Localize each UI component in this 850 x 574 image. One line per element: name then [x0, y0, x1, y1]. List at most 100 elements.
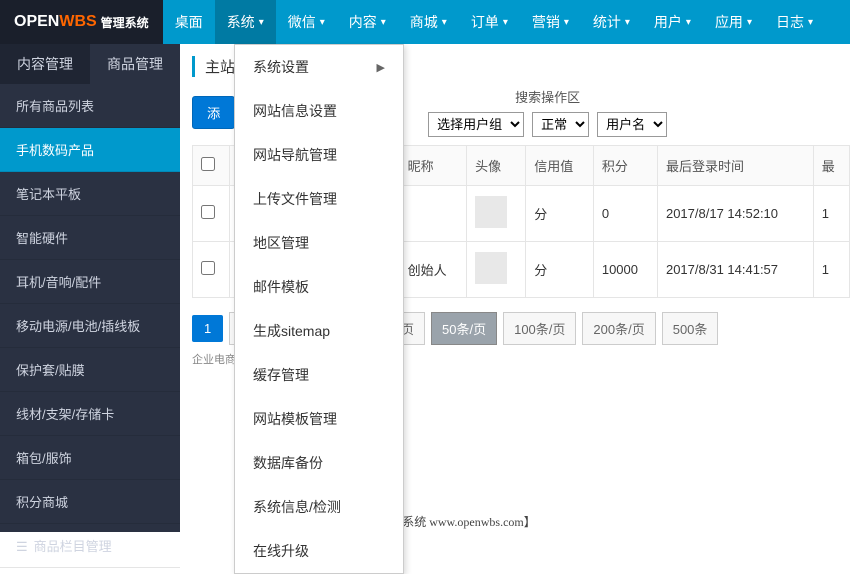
- status-select[interactable]: 正常: [532, 112, 589, 137]
- nav-item-2[interactable]: 微信▾: [276, 0, 337, 44]
- col-header-8: 最: [813, 146, 849, 186]
- dropdown-item-3[interactable]: 上传文件管理: [235, 177, 403, 221]
- caret-icon: ▾: [808, 17, 813, 28]
- user-group-select[interactable]: 选择用户组: [428, 112, 524, 137]
- cell-last-login: 2017/8/17 14:52:10: [657, 186, 813, 242]
- cell-nick: [399, 186, 467, 242]
- dropdown-item-label: 网站信息设置: [253, 101, 337, 121]
- cell-avatar: [467, 186, 526, 242]
- caret-icon: ▾: [747, 17, 752, 28]
- top-nav: 桌面系统▾微信▾内容▾商城▾订单▾营销▾统计▾用户▾应用▾日志▾: [163, 0, 850, 44]
- sidebar-catalog[interactable]: ☰ 商品栏目管理: [0, 524, 180, 568]
- nav-item-10[interactable]: 日志▾: [764, 0, 825, 44]
- sidebar-item-2[interactable]: 笔记本平板: [0, 172, 180, 216]
- caret-icon: ▾: [503, 17, 508, 28]
- nav-item-6[interactable]: 营销▾: [520, 0, 581, 44]
- page-size-4[interactable]: 100条/页: [503, 312, 576, 345]
- sidebar-item-6[interactable]: 保护套/贴膜: [0, 348, 180, 392]
- dropdown-item-label: 缓存管理: [253, 365, 309, 385]
- dropdown-item-label: 生成sitemap: [253, 321, 330, 341]
- logo-pre: OPEN: [14, 13, 59, 31]
- sidebar-item-8[interactable]: 箱包/服饰: [0, 436, 180, 480]
- dropdown-item-1[interactable]: 网站信息设置: [235, 89, 403, 133]
- col-header-7: 最后登录时间: [657, 146, 813, 186]
- cell-points: 10000: [593, 242, 657, 298]
- nav-item-8[interactable]: 用户▾: [642, 0, 703, 44]
- dropdown-item-label: 网站导航管理: [253, 145, 337, 165]
- cell-nick: 创始人: [399, 242, 467, 298]
- system-dropdown: 系统设置 ▶ 网站信息设置网站导航管理上传文件管理地区管理邮件模板生成sitemap…: [234, 44, 404, 574]
- sidebar-item-0[interactable]: 所有商品列表: [0, 84, 180, 128]
- nav-item-0[interactable]: 桌面: [163, 0, 215, 44]
- cell-points: 0: [593, 186, 657, 242]
- sidebar-tabs: 内容管理商品管理: [0, 44, 180, 84]
- sidebar-item-7[interactable]: 线材/支架/存储卡: [0, 392, 180, 436]
- dropdown-item-4[interactable]: 地区管理: [235, 221, 403, 265]
- col-header-3: 昵称: [399, 146, 467, 186]
- dropdown-item-label: 邮件模板: [253, 277, 309, 297]
- dropdown-item-2[interactable]: 网站导航管理: [235, 133, 403, 177]
- sidebar-catalog-label: 商品栏目管理: [34, 539, 112, 554]
- sidebar-item-5[interactable]: 移动电源/电池/插线板: [0, 304, 180, 348]
- dropdown-item-6[interactable]: 生成sitemap: [235, 309, 403, 353]
- col-header-0: [193, 146, 230, 186]
- footer: 【OpenWBS建站系统 www.openwbs.com】: [0, 513, 850, 530]
- cell-credit: 分: [526, 186, 594, 242]
- col-header-5: 信用值: [526, 146, 594, 186]
- add-button[interactable]: 添: [192, 96, 235, 129]
- logo: OPENWBS 管理系统: [0, 13, 163, 31]
- avatar-placeholder: [475, 196, 507, 228]
- caret-icon: ▾: [686, 17, 691, 28]
- sidebar-tab-1[interactable]: 商品管理: [90, 44, 180, 84]
- col-header-4: 头像: [467, 146, 526, 186]
- caret-icon: ▾: [320, 17, 325, 28]
- dropdown-item-11[interactable]: 在线升级: [235, 529, 403, 573]
- page-size-6[interactable]: 500条: [662, 312, 719, 345]
- logo-suffix: 管理系统: [101, 14, 149, 31]
- cell-last-login: 2017/8/31 14:41:57: [657, 242, 813, 298]
- row-checkbox[interactable]: [201, 205, 215, 219]
- nav-item-1[interactable]: 系统▾: [215, 0, 276, 44]
- dropdown-item-label: 地区管理: [253, 233, 309, 253]
- nav-item-7[interactable]: 统计▾: [581, 0, 642, 44]
- dropdown-item-5[interactable]: 邮件模板: [235, 265, 403, 309]
- sidebar-tab-0[interactable]: 内容管理: [0, 44, 90, 84]
- sidebar-item-4[interactable]: 耳机/音响/配件: [0, 260, 180, 304]
- row-checkbox[interactable]: [201, 261, 215, 275]
- sidebar-menu: 所有商品列表手机数码产品笔记本平板智能硬件耳机/音响/配件移动电源/电池/插线板…: [0, 84, 180, 524]
- sidebar: 内容管理商品管理 所有商品列表手机数码产品笔记本平板智能硬件耳机/音响/配件移动…: [0, 44, 180, 532]
- col-header-6: 积分: [593, 146, 657, 186]
- dropdown-item-label: 在线升级: [253, 541, 309, 561]
- nav-item-9[interactable]: 应用▾: [703, 0, 764, 44]
- cell-last: 1: [813, 242, 849, 298]
- dropdown-item-label: 系统信息/检测: [253, 497, 341, 517]
- dropdown-item-8[interactable]: 网站模板管理: [235, 397, 403, 441]
- sidebar-item-3[interactable]: 智能硬件: [0, 216, 180, 260]
- caret-icon: ▾: [442, 17, 447, 28]
- page-current[interactable]: 1: [192, 315, 223, 342]
- list-icon: ☰: [16, 539, 28, 554]
- caret-icon: ▾: [259, 17, 264, 28]
- sidebar-item-1[interactable]: 手机数码产品: [0, 128, 180, 172]
- dropdown-item-label: 上传文件管理: [253, 189, 337, 209]
- page-size-3[interactable]: 50条/页: [431, 312, 497, 345]
- cell-last: 1: [813, 186, 849, 242]
- dropdown-item-label: 数据库备份: [253, 453, 323, 473]
- caret-icon: ▾: [381, 17, 386, 28]
- chevron-right-icon: ▶: [377, 61, 385, 74]
- nav-item-4[interactable]: 商城▾: [398, 0, 459, 44]
- avatar-placeholder: [475, 252, 507, 284]
- dropdown-item-10[interactable]: 系统信息/检测: [235, 485, 403, 529]
- field-select[interactable]: 用户名: [597, 112, 667, 137]
- nav-item-5[interactable]: 订单▾: [459, 0, 520, 44]
- dropdown-item-label: 网站模板管理: [253, 409, 337, 429]
- dropdown-item-label: 系统设置: [253, 57, 309, 77]
- select-all-checkbox[interactable]: [201, 157, 215, 171]
- nav-item-3[interactable]: 内容▾: [337, 0, 398, 44]
- dropdown-item-7[interactable]: 缓存管理: [235, 353, 403, 397]
- page-size-5[interactable]: 200条/页: [582, 312, 655, 345]
- dropdown-item-9[interactable]: 数据库备份: [235, 441, 403, 485]
- dropdown-item-0[interactable]: 系统设置 ▶: [235, 45, 403, 89]
- caret-icon: ▾: [625, 17, 630, 28]
- logo-mid: WBS: [59, 13, 96, 31]
